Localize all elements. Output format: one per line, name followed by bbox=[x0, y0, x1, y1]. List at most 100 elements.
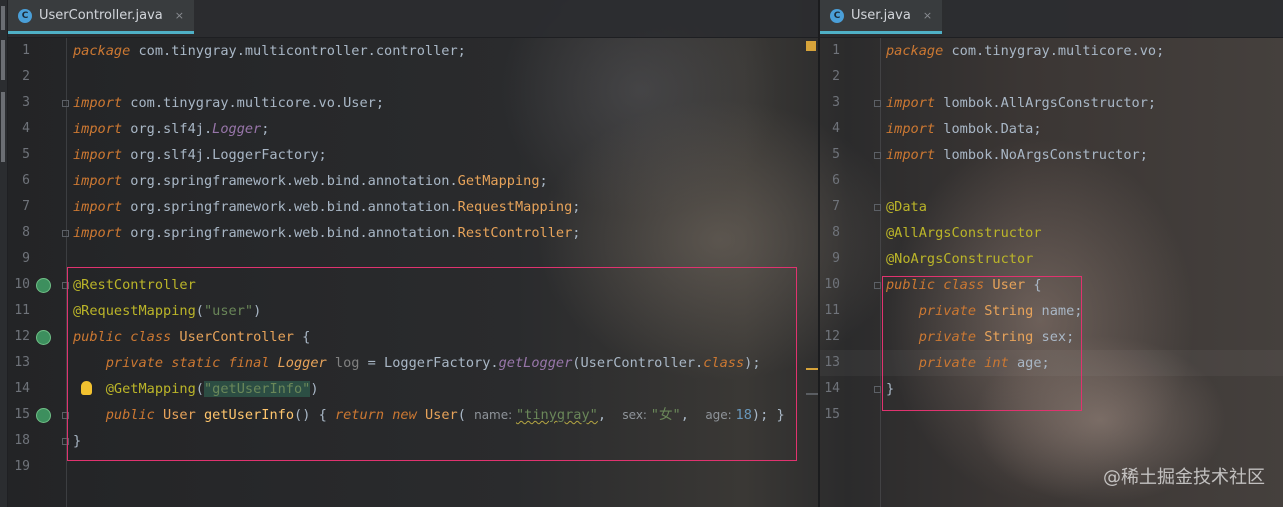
line-number: 10 bbox=[824, 277, 840, 292]
line-number: 6 bbox=[22, 173, 30, 188]
highlight-box-user-class bbox=[882, 276, 1082, 411]
code-token: lombok.NoArgsConstructor; bbox=[935, 147, 1148, 163]
code-text: import lombok.NoArgsConstructor; bbox=[886, 142, 1148, 168]
line-number: 14 bbox=[824, 381, 840, 396]
line-number: 15 bbox=[14, 407, 30, 422]
code-line[interactable]: 7 @Data bbox=[820, 194, 1283, 220]
code-token: import bbox=[73, 147, 123, 163]
code-token: import bbox=[886, 147, 936, 163]
code-line[interactable]: 6 import org.springframework.web.bind.ann… bbox=[8, 168, 818, 194]
code-token: @AllArgsConstructor bbox=[886, 225, 1042, 241]
java-class-icon: C bbox=[830, 8, 844, 23]
code-line[interactable]: 1 package com.tinygray.multicore.vo; bbox=[820, 38, 1283, 64]
line-number: 12 bbox=[824, 329, 840, 344]
line-number: 6 bbox=[832, 173, 840, 188]
line-number: 19 bbox=[14, 459, 30, 474]
code-line[interactable]: 2 bbox=[820, 64, 1283, 90]
right-gutter-rule bbox=[880, 38, 881, 507]
left-tab-bar: C UserController.java × bbox=[8, 0, 818, 38]
code-text: @AllArgsConstructor bbox=[886, 220, 1042, 246]
code-text: import lombok.AllArgsConstructor; bbox=[886, 90, 1156, 116]
tab-user[interactable]: C User.java × bbox=[820, 0, 943, 34]
code-line[interactable]: 8 import org.springframework.web.bind.ann… bbox=[8, 220, 818, 246]
line-number: 10 bbox=[14, 277, 30, 292]
code-line[interactable]: 4 import lombok.Data; bbox=[820, 116, 1283, 142]
code-text: import org.slf4j.LoggerFactory; bbox=[73, 142, 327, 168]
highlight-box-controller bbox=[67, 267, 797, 461]
code-token: org.springframework.web.bind.annotation. bbox=[122, 199, 458, 215]
code-token: package bbox=[886, 43, 944, 59]
code-text: package com.tinygray.multicontroller.con… bbox=[73, 38, 466, 64]
code-token: lombok.AllArgsConstructor; bbox=[935, 95, 1157, 111]
code-token: org.springframework.web.bind.annotation. bbox=[122, 173, 458, 189]
line-number: 4 bbox=[832, 121, 840, 136]
line-number: 14 bbox=[14, 381, 30, 396]
code-token: ; bbox=[572, 225, 581, 241]
line-number: 3 bbox=[832, 95, 840, 110]
code-text: import org.springframework.web.bind.anno… bbox=[73, 220, 580, 246]
right-tab-bar: C User.java × bbox=[820, 0, 1283, 38]
code-text: import org.slf4j.Logger; bbox=[73, 116, 269, 142]
code-token: ; bbox=[261, 121, 270, 137]
line-number: 7 bbox=[832, 199, 840, 214]
spring-bean-icon[interactable] bbox=[36, 278, 51, 293]
line-number: 9 bbox=[832, 251, 840, 266]
code-token: org.slf4j. bbox=[122, 121, 213, 137]
code-line[interactable]: 1 package com.tinygray.multicontroller.co… bbox=[8, 38, 818, 64]
tab-label: UserController.java bbox=[39, 8, 163, 23]
code-token: import bbox=[886, 95, 936, 111]
code-line[interactable]: 8 @AllArgsConstructor bbox=[820, 220, 1283, 246]
code-text: @NoArgsConstructor bbox=[886, 246, 1033, 272]
warning-marker[interactable] bbox=[806, 41, 816, 51]
line-number: 11 bbox=[14, 303, 30, 318]
spring-bean-icon[interactable] bbox=[36, 330, 51, 345]
line-number: 5 bbox=[22, 147, 30, 162]
line-number: 5 bbox=[832, 147, 840, 162]
code-line[interactable]: 7 import org.springframework.web.bind.ann… bbox=[8, 194, 818, 220]
line-number: 4 bbox=[22, 121, 30, 136]
code-line[interactable]: 5 import lombok.NoArgsConstructor; bbox=[820, 142, 1283, 168]
run-endpoint-icon[interactable] bbox=[36, 408, 51, 423]
code-token: import bbox=[73, 121, 123, 137]
code-token: org.slf4j.LoggerFactory; bbox=[122, 147, 327, 163]
code-line[interactable]: 5 import org.slf4j.LoggerFactory; bbox=[8, 142, 818, 168]
right-editor[interactable]: 1 package com.tinygray.multicore.vo; 2 3 imp… bbox=[820, 38, 1283, 507]
line-number: 8 bbox=[22, 225, 30, 240]
line-number: 9 bbox=[22, 251, 30, 266]
tab-label: User.java bbox=[851, 8, 911, 23]
code-token: com.tinygray.multicontroller.controller; bbox=[130, 43, 466, 59]
code-token: lombok.Data; bbox=[935, 121, 1042, 137]
line-number: 12 bbox=[14, 329, 30, 344]
line-number: 2 bbox=[22, 69, 30, 84]
tab-user-controller[interactable]: C UserController.java × bbox=[8, 0, 194, 34]
code-token: package bbox=[73, 43, 131, 59]
line-number: 15 bbox=[824, 407, 840, 422]
code-line[interactable]: 3 import lombok.AllArgsConstructor; bbox=[820, 90, 1283, 116]
close-tab-icon[interactable]: × bbox=[175, 9, 184, 22]
code-token: RestController bbox=[457, 225, 573, 241]
code-line[interactable]: 9 @NoArgsConstructor bbox=[820, 246, 1283, 272]
line-number: 7 bbox=[22, 199, 30, 214]
code-token: import bbox=[73, 199, 123, 215]
code-token: import bbox=[73, 95, 123, 111]
close-tab-icon[interactable]: × bbox=[923, 9, 932, 22]
code-line[interactable]: 4 import org.slf4j.Logger; bbox=[8, 116, 818, 142]
line-number: 11 bbox=[824, 303, 840, 318]
code-text: package com.tinygray.multicore.vo; bbox=[886, 38, 1164, 64]
code-line[interactable]: 2 bbox=[8, 64, 818, 90]
code-token: import bbox=[886, 121, 936, 137]
line-number: 13 bbox=[824, 355, 840, 370]
code-token: Logger bbox=[212, 121, 262, 137]
code-token: import bbox=[73, 225, 123, 241]
line-number: 8 bbox=[832, 225, 840, 240]
code-token: com.tinygray.multicore.vo; bbox=[943, 43, 1165, 59]
scroll-marker[interactable] bbox=[806, 368, 818, 370]
code-token: import bbox=[73, 173, 123, 189]
code-token: @NoArgsConstructor bbox=[886, 251, 1034, 267]
code-line[interactable]: 6 bbox=[820, 168, 1283, 194]
watermark: @稀土掘金技术社区 bbox=[1103, 467, 1265, 488]
code-line[interactable]: 3 import com.tinygray.multicore.vo.User; bbox=[8, 90, 818, 116]
line-number: 18 bbox=[14, 433, 30, 448]
scroll-marker[interactable] bbox=[806, 393, 818, 395]
code-text: import lombok.Data; bbox=[886, 116, 1042, 142]
